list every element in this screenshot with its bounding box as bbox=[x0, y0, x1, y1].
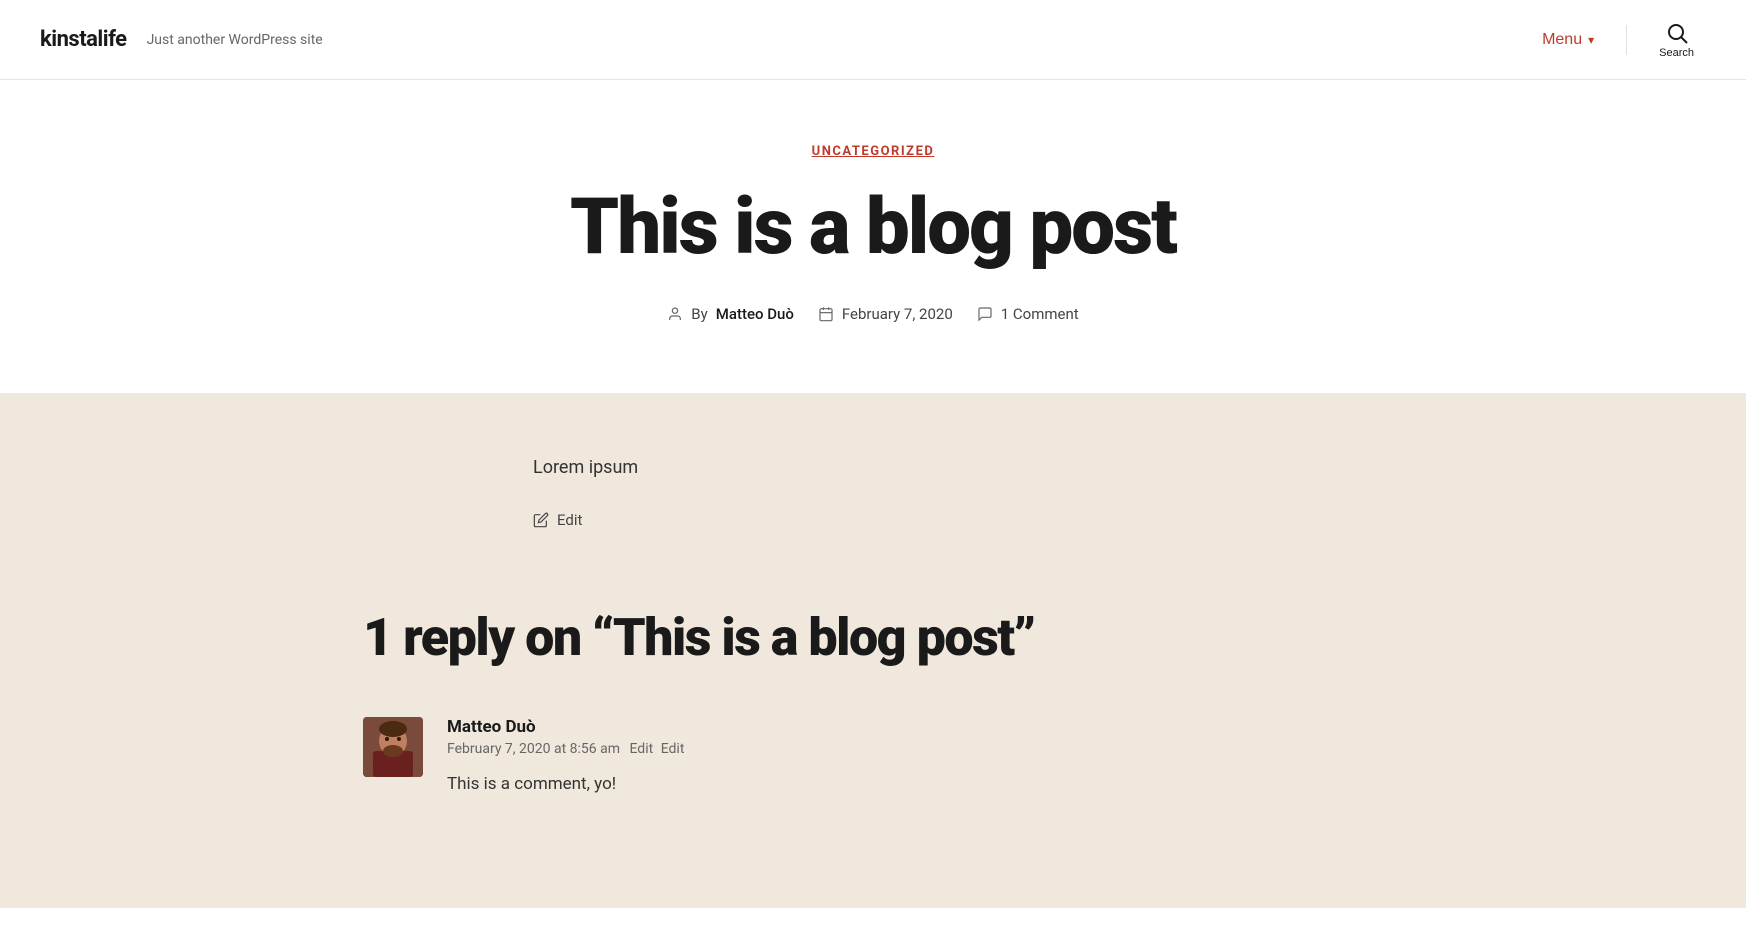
post-date-meta: February 7, 2020 bbox=[818, 305, 953, 323]
edit-post-link[interactable]: Edit bbox=[533, 511, 1213, 529]
comment-edit-label[interactable]: Edit bbox=[661, 741, 685, 757]
comment-edit-link[interactable]: Edit bbox=[629, 741, 653, 757]
site-header: kinstalife Just another WordPress site M… bbox=[0, 0, 1746, 80]
search-icon bbox=[1665, 21, 1689, 45]
search-button[interactable]: Search bbox=[1647, 13, 1706, 67]
avatar-image bbox=[363, 717, 423, 777]
content-inner: Lorem ipsum Edit bbox=[493, 453, 1253, 530]
post-date: February 7, 2020 bbox=[842, 305, 953, 323]
post-body: Lorem ipsum bbox=[533, 453, 1213, 484]
header-divider bbox=[1626, 25, 1627, 55]
comment-item: Matteo Duò February 7, 2020 at 8:56 am E… bbox=[363, 717, 1383, 798]
post-comments-meta: 1 Comment bbox=[977, 305, 1079, 323]
post-hero: UNCATEGORIZED This is a blog post By Mat… bbox=[0, 80, 1746, 393]
site-title: kinstalife bbox=[40, 27, 127, 52]
user-icon bbox=[667, 306, 683, 322]
chevron-down-icon: ▾ bbox=[1588, 33, 1594, 47]
edit-icon bbox=[533, 512, 549, 528]
comment-author: Matteo Duò bbox=[447, 717, 1383, 737]
menu-label: Menu bbox=[1542, 31, 1582, 49]
header-right: Menu ▾ Search bbox=[1530, 13, 1706, 67]
comments-inner: 1 reply on “This is a blog post” bbox=[323, 609, 1423, 797]
edit-label: Edit bbox=[557, 511, 582, 529]
category-link[interactable]: UNCATEGORIZED bbox=[812, 144, 935, 159]
avatar-svg bbox=[363, 717, 423, 777]
author-prefix: By bbox=[691, 305, 707, 323]
comment-body: Matteo Duò February 7, 2020 at 8:56 am E… bbox=[447, 717, 1383, 798]
comment-text: This is a comment, yo! bbox=[447, 771, 1383, 798]
search-label: Search bbox=[1659, 47, 1694, 59]
site-tagline: Just another WordPress site bbox=[147, 32, 323, 48]
comment-date-text: February 7, 2020 at 8:56 am bbox=[447, 741, 620, 757]
comments-count: 1 Comment bbox=[1001, 305, 1079, 323]
comments-heading: 1 reply on “This is a blog post” bbox=[363, 609, 1383, 666]
comment-date: February 7, 2020 at 8:56 am Edit Edit bbox=[447, 741, 1383, 757]
comments-section: 1 reply on “This is a blog post” bbox=[0, 609, 1746, 907]
header-left: kinstalife Just another WordPress site bbox=[40, 27, 323, 52]
post-author-meta: By Matteo Duò bbox=[667, 305, 794, 323]
post-meta: By Matteo Duò February 7, 2020 1 Comment bbox=[40, 305, 1706, 323]
avatar bbox=[363, 717, 423, 777]
menu-button[interactable]: Menu ▾ bbox=[1530, 23, 1606, 57]
author-link[interactable]: Matteo Duò bbox=[716, 305, 794, 323]
post-content-section: Lorem ipsum Edit bbox=[0, 393, 1746, 610]
calendar-icon bbox=[818, 306, 834, 322]
post-title: This is a blog post bbox=[423, 187, 1323, 269]
comment-icon bbox=[977, 306, 993, 322]
